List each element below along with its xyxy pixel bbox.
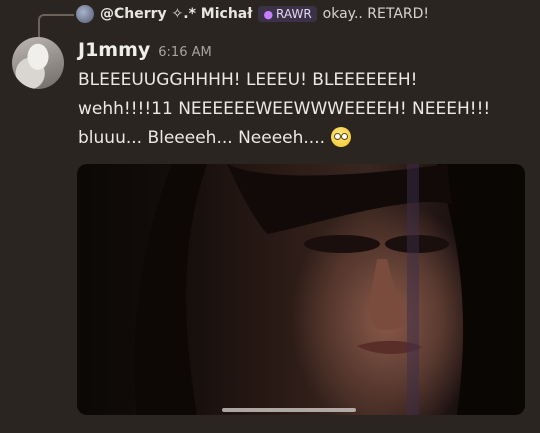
reply-preview[interactable]: @Cherry ✧.* Michał ● RAWR okay.. RETARD! bbox=[76, 3, 429, 25]
author-name[interactable]: J1mmy bbox=[78, 39, 150, 61]
image-content bbox=[134, 164, 525, 415]
message-line-text: bluuu... Bleeeeh... Neeeeh.... bbox=[78, 128, 326, 148]
reply-avatar[interactable] bbox=[76, 5, 94, 23]
message-line: wehh!!!!11 NEEEEEEWEEWWWEEEEH! NEEEH!!! bbox=[78, 99, 491, 119]
timestamp: 6:16 AM bbox=[158, 45, 212, 60]
reply-connector bbox=[38, 14, 74, 38]
home-indicator[interactable] bbox=[222, 408, 356, 412]
flame-icon: ● bbox=[263, 7, 274, 21]
woozy-face-icon bbox=[331, 127, 352, 147]
reply-author[interactable]: @Cherry ✧.* Michał bbox=[100, 6, 252, 22]
author-avatar[interactable] bbox=[12, 37, 64, 89]
image-attachment[interactable] bbox=[77, 164, 525, 415]
role-tag-label: RAWR bbox=[276, 7, 312, 21]
message-line: bluuu... Bleeeeh... Neeeeh.... bbox=[78, 124, 528, 153]
message-content: BLEEEUUGGHHHH! LEEEU! BLEEEEEEH! wehh!!!… bbox=[78, 66, 528, 153]
message-header: J1mmy 6:16 AM bbox=[78, 39, 212, 61]
reply-text[interactable]: okay.. RETARD! bbox=[323, 6, 429, 22]
message-line: BLEEEUUGGHHHH! LEEEU! BLEEEEEEH! bbox=[78, 70, 418, 90]
role-tag: ● RAWR bbox=[258, 6, 317, 22]
